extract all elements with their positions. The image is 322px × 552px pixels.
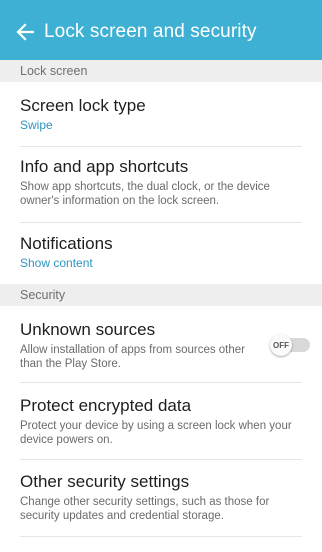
- notifications-title: Notifications: [20, 234, 113, 253]
- protect-encrypted-data-title: Protect encrypted data: [20, 396, 192, 415]
- other-security-settings-title: Other security settings: [20, 472, 190, 491]
- app-bar: Lock screen and security: [0, 0, 322, 64]
- page-title: Lock screen and security: [44, 21, 257, 42]
- divider: [20, 146, 302, 147]
- screen-lock-type-value: Swipe: [20, 118, 53, 132]
- notifications-value: Show content: [20, 256, 93, 270]
- unknown-sources-toggle[interactable]: OFF: [270, 334, 310, 356]
- section-header-security: Security: [0, 284, 322, 306]
- other-security-settings-item[interactable]: Other security settings Change other sec…: [0, 472, 322, 526]
- arrow-left-icon: [16, 23, 34, 41]
- info-app-shortcuts-title: Info and app shortcuts: [20, 157, 189, 176]
- toggle-knob: OFF: [270, 334, 292, 356]
- unknown-sources-title: Unknown sources: [20, 320, 156, 339]
- section-header-lock-screen: Lock screen: [0, 60, 322, 82]
- divider: [20, 459, 302, 460]
- unknown-sources-desc: Allow installation of apps from sources …: [20, 344, 245, 370]
- divider: [20, 536, 302, 537]
- other-security-settings-desc: Change other security settings, such as …: [20, 496, 270, 522]
- divider: [20, 382, 302, 383]
- info-app-shortcuts-item[interactable]: Info and app shortcuts Show app shortcut…: [0, 157, 322, 213]
- notifications-item[interactable]: Notifications Show content: [0, 234, 322, 274]
- back-button[interactable]: [0, 0, 44, 64]
- protect-encrypted-data-desc: Protect your device by using a screen lo…: [20, 420, 292, 446]
- divider: [20, 222, 302, 223]
- screen-lock-type-title: Screen lock type: [20, 96, 146, 115]
- screen-lock-type-item[interactable]: Screen lock type Swipe: [0, 96, 322, 138]
- info-app-shortcuts-desc: Show app shortcuts, the dual clock, or t…: [20, 181, 270, 207]
- protect-encrypted-data-item[interactable]: Protect encrypted data Protect your devi…: [0, 396, 322, 450]
